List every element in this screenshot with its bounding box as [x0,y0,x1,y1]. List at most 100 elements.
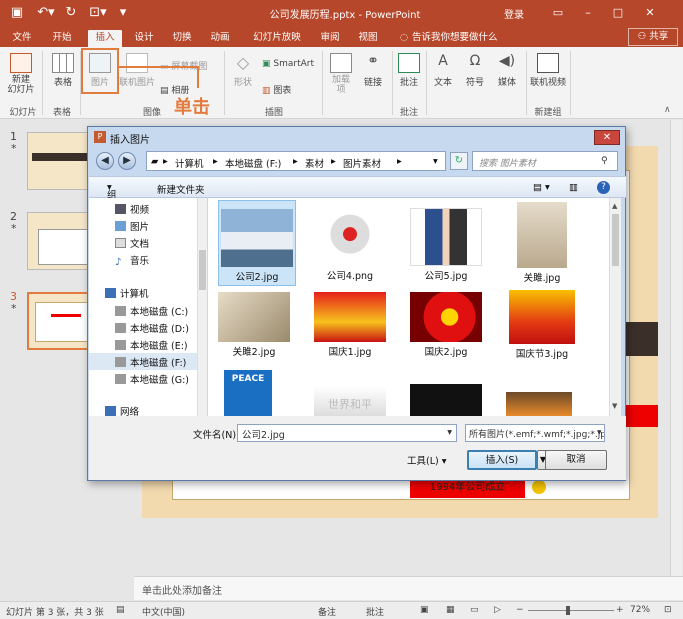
nav-item-drive-d[interactable]: 本地磁盘 (D:) [115,321,189,335]
file-item[interactable]: 国庆1.jpg [314,292,386,358]
symbol-button[interactable]: Ω 符号 [460,53,490,88]
tab-file[interactable]: 文件 [6,30,38,46]
shapes-button[interactable]: ◇ 形状 [228,53,258,88]
online-video-button[interactable]: 联机视频 [528,53,568,88]
slide-year-label[interactable]: 1994年公司成立 [410,478,525,498]
close-icon[interactable]: ✕ [640,4,660,22]
nav-item-drive-g[interactable]: 本地磁盘 (G:) [115,372,189,386]
save-icon[interactable]: ▣ [8,5,26,21]
breadcrumb-material[interactable]: 素材 [305,156,324,170]
refresh-icon[interactable]: ↻ [450,152,468,170]
file-list-scrollbar[interactable]: ▲ ▼ [609,198,621,416]
slide-sorter-icon[interactable]: ▦ [446,605,455,615]
filename-input[interactable]: 公司2.jpg ▾ [237,424,457,442]
filename-dropdown-icon[interactable]: ▾ [447,427,452,438]
file-item[interactable]: 关雎2.jpg [218,292,290,358]
tab-transitions[interactable]: 切换 [166,30,198,46]
filetype-dropdown-icon[interactable]: ▾ [597,428,602,438]
search-icon[interactable]: ⚲ [601,156,608,166]
text-button[interactable]: A 文本 [428,53,458,88]
spellcheck-icon[interactable]: ▤ [116,605,125,615]
help-icon[interactable]: ? [597,181,610,194]
slideshow-icon[interactable]: ▷ [494,605,501,615]
online-picture-button[interactable]: 联机图片 [118,53,156,88]
reading-view-icon[interactable]: ▭ [470,605,479,615]
editor-scrollbar[interactable] [670,120,682,576]
nav-item-videos[interactable]: 视频 [115,202,149,216]
back-icon[interactable]: ◀ [96,152,114,170]
insert-button[interactable]: 插入(S) [467,450,537,470]
smartart-button[interactable]: ▣ SmartArt [262,59,320,69]
customize-qat-icon[interactable]: ▾ [116,5,130,21]
table-button[interactable]: 表格 [48,53,78,88]
address-dropdown-icon[interactable]: ▾ [433,156,438,167]
search-input[interactable]: 搜索 图片素材 ⚲ [472,151,618,171]
zoom-out-icon[interactable]: − [516,605,524,615]
file-item[interactable]: 关雎.jpg [506,202,578,284]
undo-icon[interactable]: ↶▾ [34,5,58,21]
breadcrumb-computer[interactable]: 计算机 [175,156,204,170]
nav-item-documents[interactable]: 文档 [115,236,149,250]
tab-home[interactable]: 开始 [46,30,78,46]
zoom-slider[interactable] [528,610,614,611]
share-button[interactable]: ⚇ 共享 [628,28,678,46]
nav-item-pictures[interactable]: 图片 [115,219,149,233]
fit-slide-icon[interactable]: ⊡ [664,605,672,615]
tab-insert[interactable]: 插入 [88,30,122,47]
breadcrumb-images[interactable]: 图片素材 [343,156,381,170]
nav-item-network[interactable]: 网络 [105,404,139,416]
tab-view[interactable]: 视图 [352,30,384,46]
nav-item-drive-c[interactable]: 本地磁盘 (C:) [115,304,188,318]
tab-slideshow[interactable]: 幻灯片放映 [246,30,308,46]
redo-icon[interactable]: ↻ [62,5,80,21]
tell-me-box[interactable]: 告诉我你想要做什么 [412,30,522,46]
new-folder-button[interactable]: 新建文件夹 [157,182,205,196]
zoom-level[interactable]: 72% [630,605,650,615]
comments-toggle[interactable]: 批注 [366,605,384,618]
nav-scrollbar[interactable] [197,198,207,416]
comment-button[interactable]: 批注 [394,53,424,88]
file-item[interactable]: 公司2.jpg [218,200,296,286]
tab-review[interactable]: 审阅 [314,30,346,46]
tab-design[interactable]: 设计 [128,30,160,46]
breadcrumb-drive-f[interactable]: 本地磁盘 (F:) [225,156,281,170]
start-from-beginning-icon[interactable]: ⊡▾ [86,5,110,21]
file-item[interactable]: PEACE [224,370,272,416]
nav-item-computer[interactable]: 计算机 [105,286,149,300]
cancel-button[interactable]: 取消 [545,450,607,470]
media-button[interactable]: ◀) 媒体 [492,53,522,88]
file-item[interactable] [506,392,572,416]
zoom-in-icon[interactable]: + [616,605,624,615]
notes-pane[interactable]: 单击此处添加备注 [134,576,683,600]
file-item[interactable]: 国庆2.jpg [410,292,482,358]
ribbon-options-icon[interactable]: ▭ [548,4,568,22]
normal-view-icon[interactable]: ▣ [420,605,429,615]
addins-button[interactable]: 加载 项 [326,53,356,95]
chart-button[interactable]: ▥ 图表 [262,83,312,96]
file-item[interactable]: 公司5.jpg [410,208,482,282]
file-item[interactable]: 国庆节3.jpg [506,290,578,360]
forward-icon[interactable]: ▶ [118,152,136,170]
file-item[interactable]: 世界和平 [314,386,386,416]
file-item[interactable]: 公司4.png [314,208,386,282]
collapse-ribbon-icon[interactable]: ∧ [664,105,671,115]
tab-animations[interactable]: 动画 [204,30,236,46]
login-link[interactable]: 登录 [504,6,524,21]
nav-item-drive-f[interactable]: 本地磁盘 (F:) [115,355,186,369]
minimize-icon[interactable]: – [578,4,598,22]
nav-item-music[interactable]: ♪ 音乐 [115,253,149,268]
notes-toggle[interactable]: 备注 [318,605,336,618]
language-label[interactable]: 中文(中国) [142,605,185,618]
organize-button[interactable]: 组织 ▾ [107,182,117,215]
maximize-icon[interactable]: □ [608,4,628,22]
address-bar[interactable]: ▰ ▸ 计算机 ▸ 本地磁盘 (F:) ▸ 素材 ▸ 图片素材 ▸ ▾ [146,151,446,171]
zoom-slider-thumb[interactable] [566,606,570,615]
dialog-close-button[interactable]: ✕ [594,130,620,145]
tools-menu[interactable]: 工具(L) ▾ [407,453,447,467]
file-item[interactable] [410,384,482,416]
change-view-icon[interactable]: ▤ ▾ [533,182,550,193]
link-button[interactable]: ⚭ 链接 [358,53,388,88]
new-slide-button[interactable]: 新建 幻灯片 [4,53,38,95]
filetype-select[interactable]: 所有图片(*.emf;*.wmf;*.jpg;*.jp [465,424,605,442]
nav-item-drive-e[interactable]: 本地磁盘 (E:) [115,338,188,352]
